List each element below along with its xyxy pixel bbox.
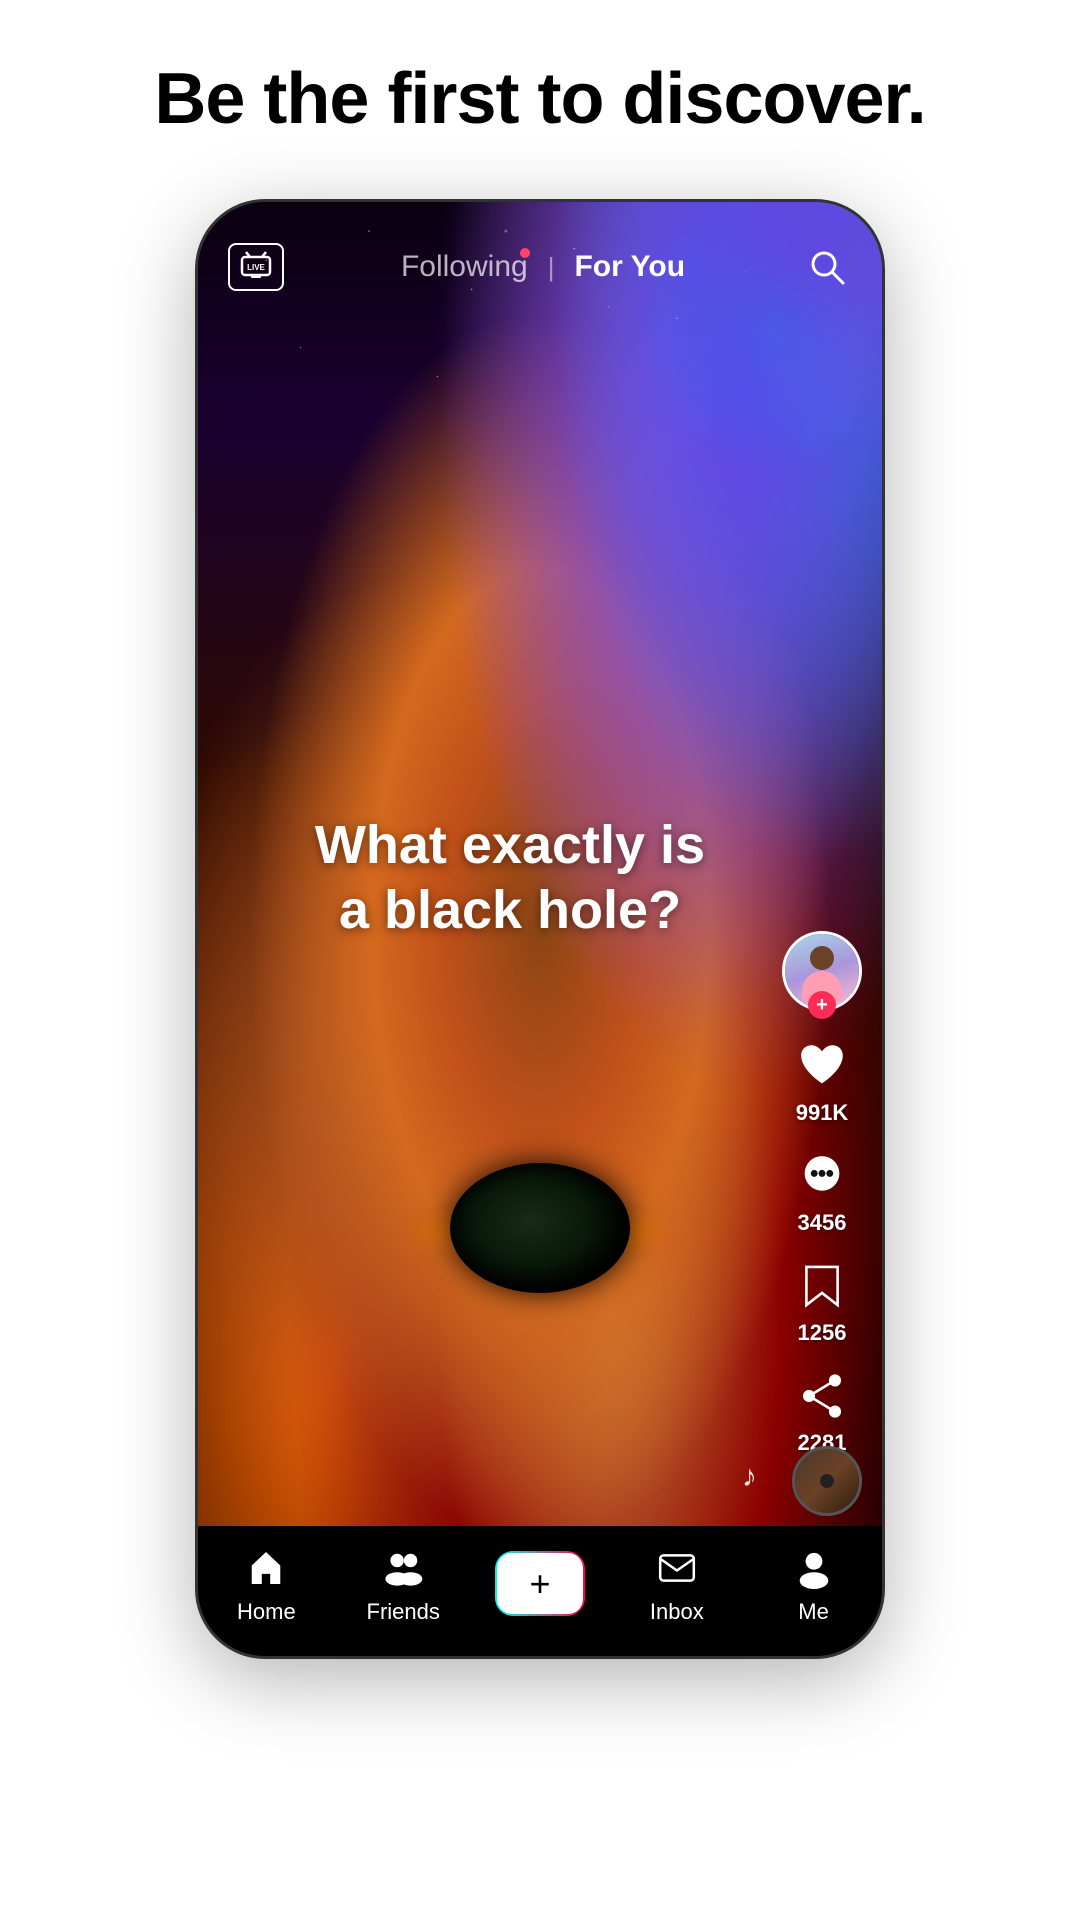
top-nav: LIVE Following | For You xyxy=(198,202,882,302)
home-icon xyxy=(245,1547,287,1589)
share-action[interactable]: 2281 xyxy=(792,1366,852,1456)
like-action[interactable]: 991K xyxy=(792,1036,852,1126)
like-icon-wrap xyxy=(792,1036,852,1096)
search-icon xyxy=(805,245,849,289)
comment-count: 3456 xyxy=(798,1210,847,1236)
nav-friends[interactable]: Friends xyxy=(335,1543,472,1625)
bookmark-action[interactable]: 1256 xyxy=(792,1256,852,1346)
profile-icon xyxy=(793,1547,835,1589)
friends-icon xyxy=(382,1547,424,1589)
nav-divider: | xyxy=(548,252,555,283)
black-hole xyxy=(430,1183,650,1293)
home-label: Home xyxy=(237,1599,296,1625)
nav-inbox[interactable]: Inbox xyxy=(608,1543,745,1625)
music-disc[interactable] xyxy=(792,1446,862,1516)
comment-action[interactable]: 3456 xyxy=(792,1146,852,1236)
inbox-icon-wrap xyxy=(652,1543,702,1593)
friends-icon-wrap xyxy=(378,1543,428,1593)
nav-tabs: Following | For You xyxy=(401,250,685,284)
me-label: Me xyxy=(798,1599,829,1625)
svg-text:♪: ♪ xyxy=(742,1460,757,1493)
avatar-container[interactable]: + xyxy=(782,931,862,1011)
nav-create[interactable]: + xyxy=(472,1551,609,1616)
friends-label: Friends xyxy=(367,1599,440,1625)
phone-mockup: LIVE Following | For You What exactly is… xyxy=(195,199,885,1659)
follow-plus-badge: + xyxy=(808,991,836,1019)
disc-circle xyxy=(792,1446,862,1516)
nav-home[interactable]: Home xyxy=(198,1543,335,1625)
plus-icon: + xyxy=(529,1566,550,1602)
comment-icon xyxy=(796,1150,848,1202)
video-title: What exactly is a black hole? xyxy=(238,813,782,943)
inbox-label: Inbox xyxy=(650,1599,704,1625)
inbox-icon xyxy=(656,1547,698,1589)
disc-inner xyxy=(795,1449,859,1513)
comment-icon-wrap xyxy=(792,1146,852,1206)
tab-for-you[interactable]: For You xyxy=(574,250,685,284)
black-hole-sphere xyxy=(450,1163,630,1293)
svg-text:LIVE: LIVE xyxy=(247,263,265,272)
like-count: 991K xyxy=(796,1100,849,1126)
right-actions: + 991K 3456 xyxy=(782,931,862,1456)
bottom-nav: Home Friends + xyxy=(198,1526,882,1656)
page-headline: Be the first to discover. xyxy=(114,60,965,139)
tab-following[interactable]: Following xyxy=(401,250,528,283)
bookmark-icon xyxy=(796,1260,848,1312)
live-tv-icon: LIVE xyxy=(238,249,274,285)
bookmark-count: 1256 xyxy=(798,1320,847,1346)
home-icon-wrap xyxy=(241,1543,291,1593)
heart-icon xyxy=(796,1040,848,1092)
following-wrap: Following xyxy=(401,250,528,284)
share-icon xyxy=(796,1370,848,1422)
music-notes: ♪ xyxy=(742,1454,782,1501)
bookmark-icon-wrap xyxy=(792,1256,852,1316)
me-icon-wrap xyxy=(789,1543,839,1593)
person-head xyxy=(810,946,834,970)
search-button[interactable] xyxy=(802,242,852,292)
live-button[interactable]: LIVE xyxy=(228,243,284,291)
notification-dot xyxy=(520,248,530,258)
share-icon-wrap xyxy=(792,1366,852,1426)
music-note-icon: ♪ xyxy=(742,1454,782,1494)
video-text-overlay: What exactly is a black hole? xyxy=(198,813,882,943)
create-button[interactable]: + xyxy=(495,1551,585,1616)
nav-me[interactable]: Me xyxy=(745,1543,882,1625)
